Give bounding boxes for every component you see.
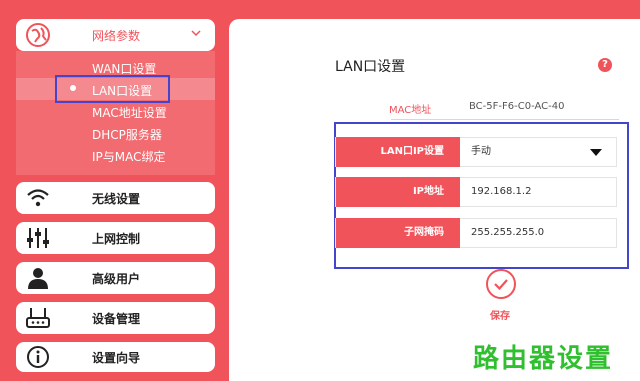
menu-setup-wizard-label: 设置向导 [92, 350, 141, 365]
ip-address-label: IP地址 [336, 177, 460, 207]
chevron-down-icon[interactable] [191, 28, 201, 38]
subnet-mask-value[interactable]: 255.255.255.0 [471, 219, 544, 247]
ip-address-field[interactable]: IP地址 192.168.1.2 [335, 177, 617, 207]
network-submenu: WAN口设置 LAN口设置 MAC地址设置 DHCP服务器 IP与MAC绑定 [16, 51, 215, 175]
menu-setup-wizard[interactable]: 设置向导 [16, 342, 215, 372]
globe-icon [26, 23, 50, 47]
wifi-icon [27, 189, 49, 207]
menu-network-label: 网络参数 [92, 28, 141, 43]
menu-internet-control-label: 上网控制 [92, 231, 141, 246]
submenu-item-dhcp[interactable]: DHCP服务器 [92, 126, 162, 143]
subnet-mask-label: 子网掩码 [336, 218, 460, 248]
save-check-icon[interactable] [486, 269, 516, 299]
lan-ip-mode-value: 手动 [471, 146, 491, 157]
menu-wireless-label: 无线设置 [92, 191, 141, 206]
help-icon[interactable]: ? [598, 58, 612, 72]
info-icon [27, 346, 49, 368]
user-icon [28, 268, 48, 289]
menu-advanced-user[interactable]: 高级用户 [16, 262, 215, 294]
save-button-label[interactable]: 保存 [490, 307, 510, 322]
menu-network-params[interactable]: 网络参数 [16, 19, 215, 51]
divider [391, 119, 619, 120]
watermark: 路由器设置 [473, 344, 614, 374]
menu-device-management-label: 设备管理 [92, 311, 141, 326]
lan-selection-outline [55, 75, 170, 103]
page-title: LAN口设置 [335, 59, 406, 75]
submenu-item-ip-mac-bind[interactable]: IP与MAC绑定 [92, 148, 166, 165]
submenu-item-mac[interactable]: MAC地址设置 [92, 104, 167, 121]
ip-address-value[interactable]: 192.168.1.2 [471, 178, 531, 206]
router-icon [26, 308, 50, 328]
sliders-icon [27, 228, 49, 248]
menu-internet-control[interactable]: 上网控制 [16, 222, 215, 254]
menu-device-management[interactable]: 设备管理 [16, 302, 215, 334]
subnet-mask-field[interactable]: 子网掩码 255.255.255.0 [335, 218, 617, 248]
mac-address-value: BC-5F-F6-C0-AC-40 [469, 101, 565, 112]
mac-address-label: MAC地址 [389, 105, 432, 116]
menu-wireless[interactable]: 无线设置 [16, 182, 215, 214]
menu-advanced-user-label: 高级用户 [92, 271, 141, 286]
caret-down-icon[interactable] [590, 149, 602, 156]
sidebar: 网络参数 WAN口设置 LAN口设置 MAC地址设置 DHCP服务器 IP与MA… [0, 0, 228, 381]
lan-ip-mode-select[interactable]: LAN口IP设置 手动 [335, 137, 617, 167]
main-panel: LAN口设置 ? MAC地址 BC-5F-F6-C0-AC-40 LAN口IP设… [229, 19, 640, 381]
lan-ip-mode-label: LAN口IP设置 [336, 137, 460, 167]
